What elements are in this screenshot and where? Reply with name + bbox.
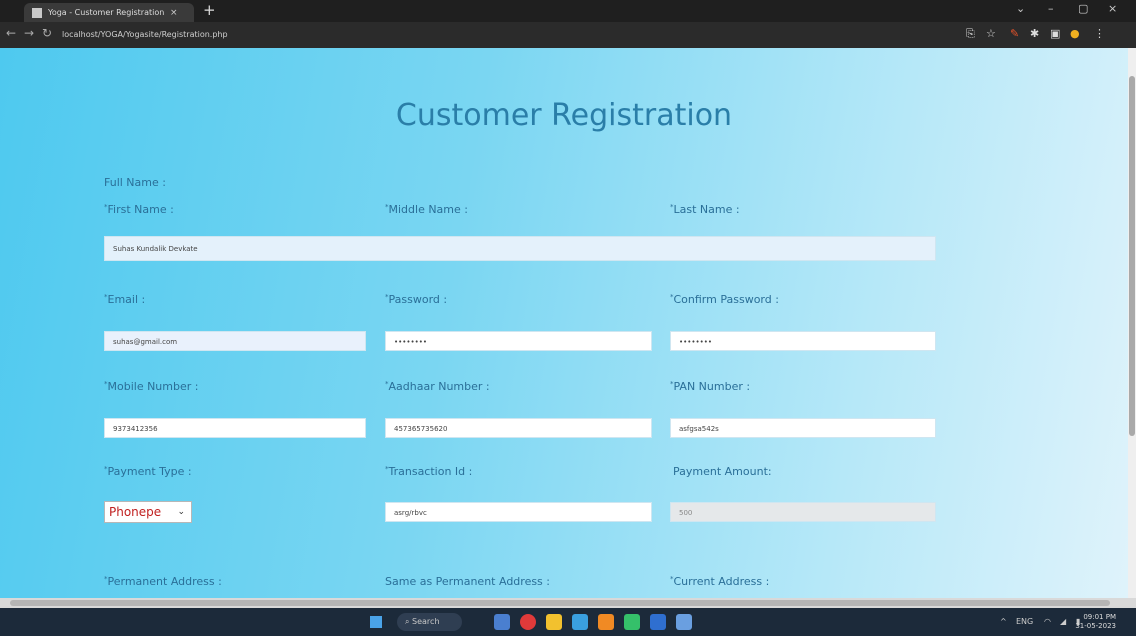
url-field[interactable]: localhost/YOGA/Yogasite/Registration.php xyxy=(62,26,942,44)
menu-kebab-icon[interactable]: ⋮ xyxy=(1094,27,1105,40)
payment-type-label: Payment Type : xyxy=(104,465,192,478)
chevron-down-icon: ⌄ xyxy=(177,507,185,517)
registration-page: Customer Registration Full Name : First … xyxy=(0,48,1128,598)
address-bar: ← → ↻ localhost/YOGA/Yogasite/Registrati… xyxy=(0,22,1136,48)
transaction-id-input[interactable]: asrg/rbvc xyxy=(385,502,652,522)
password-label: Password : xyxy=(385,293,448,306)
chrome-browser-icon[interactable] xyxy=(624,614,640,630)
share-icon[interactable]: ⎘ xyxy=(966,27,975,41)
full-name-input[interactable]: Suhas Kundalik Devkate xyxy=(104,236,936,261)
edge-browser-icon[interactable] xyxy=(572,614,588,630)
windows-start-icon[interactable] xyxy=(370,616,382,628)
payment-amount-input: 500 xyxy=(670,502,936,522)
taskbar-search[interactable]: ⌕ Search xyxy=(397,613,462,631)
current-address-label: Current Address : xyxy=(670,575,770,588)
app-icon-blue[interactable] xyxy=(676,614,692,630)
back-icon[interactable]: ← xyxy=(6,26,16,40)
restore-button[interactable]: ▢ xyxy=(1078,2,1088,15)
clock[interactable]: 09:01 PM 31-05-2023 xyxy=(1075,613,1116,631)
payment-type-selected: Phonepe xyxy=(109,505,162,519)
sidebar-icon[interactable]: ▣ xyxy=(1050,27,1060,40)
vertical-scrollbar[interactable] xyxy=(1128,48,1136,598)
puzzle-extensions-icon[interactable]: ✱ xyxy=(1030,27,1039,40)
email-input[interactable]: suhas@gmail.com xyxy=(104,331,366,351)
reload-icon[interactable]: ↻ xyxy=(42,26,52,40)
pan-number-input[interactable]: asfgsa542s xyxy=(670,418,936,438)
last-name-label: Last Name : xyxy=(670,203,740,216)
taskbar-search-label: Search xyxy=(412,617,440,626)
volume-icon[interactable]: ◢ xyxy=(1060,617,1066,626)
app-icon-red[interactable] xyxy=(520,614,536,630)
tab-close-icon[interactable]: × xyxy=(170,8,178,18)
task-view-icon[interactable] xyxy=(494,614,510,630)
horizontal-scrollbar[interactable] xyxy=(0,598,1136,608)
new-tab-button[interactable]: + xyxy=(203,1,216,19)
tab-title: Yoga - Customer Registration xyxy=(48,8,165,17)
file-explorer-icon[interactable] xyxy=(546,614,562,630)
clock-time: 09:01 PM xyxy=(1083,613,1116,621)
middle-name-label: Middle Name : xyxy=(385,203,469,216)
clock-date: 31-05-2023 xyxy=(1075,622,1116,630)
pan-number-label: PAN Number : xyxy=(670,380,751,393)
payment-type-select[interactable]: Phonepe ⌄ xyxy=(104,501,192,523)
scrollbar-thumb[interactable] xyxy=(1129,76,1135,436)
wifi-icon[interactable]: ◠ xyxy=(1044,617,1051,626)
mobile-number-input[interactable]: 9373412356 xyxy=(104,418,366,438)
confirm-password-label: Confirm Password : xyxy=(670,293,779,306)
hscrollbar-thumb[interactable] xyxy=(10,600,1110,606)
transaction-id-label: Transaction Id : xyxy=(385,465,473,478)
profile-avatar-icon[interactable]: ● xyxy=(1070,27,1080,40)
payment-amount-label: Payment Amount: xyxy=(673,465,772,478)
permanent-address-label: Permanent Address : xyxy=(104,575,222,588)
favicon-icon xyxy=(32,7,42,18)
first-name-label: First Name : xyxy=(104,203,174,216)
full-name-label: Full Name : xyxy=(104,176,166,189)
tray-chevron-icon[interactable]: ^ xyxy=(1000,617,1007,626)
minimize-button[interactable]: – xyxy=(1048,2,1054,15)
password-input[interactable]: •••••••• xyxy=(385,331,652,351)
extension-icon[interactable]: ✎ xyxy=(1010,27,1019,40)
confirm-password-input[interactable]: •••••••• xyxy=(670,331,936,351)
tab-search-icon[interactable]: ⌄ xyxy=(1016,2,1025,15)
aadhaar-number-label: Aadhaar Number : xyxy=(385,380,490,393)
aadhaar-number-input[interactable]: 457365735620 xyxy=(385,418,652,438)
vscode-icon[interactable] xyxy=(650,614,666,630)
taskbar: ⌕ Search ^ ENG ◠ ◢ ▮ 09:01 PM 31-05-2023 xyxy=(0,608,1136,636)
close-window-button[interactable]: × xyxy=(1108,2,1117,15)
same-address-label: Same as Permanent Address : xyxy=(385,575,550,588)
app-icon-orange[interactable] xyxy=(598,614,614,630)
bookmark-star-icon[interactable]: ☆ xyxy=(986,27,996,40)
email-label: Email : xyxy=(104,293,146,306)
language-indicator[interactable]: ENG xyxy=(1016,617,1033,626)
mobile-number-label: Mobile Number : xyxy=(104,380,199,393)
browser-titlebar: Yoga - Customer Registration × + ⌄ – ▢ × xyxy=(0,0,1136,22)
page-title: Customer Registration xyxy=(395,98,733,133)
forward-icon[interactable]: → xyxy=(24,26,34,40)
browser-tab[interactable]: Yoga - Customer Registration × xyxy=(24,3,194,22)
